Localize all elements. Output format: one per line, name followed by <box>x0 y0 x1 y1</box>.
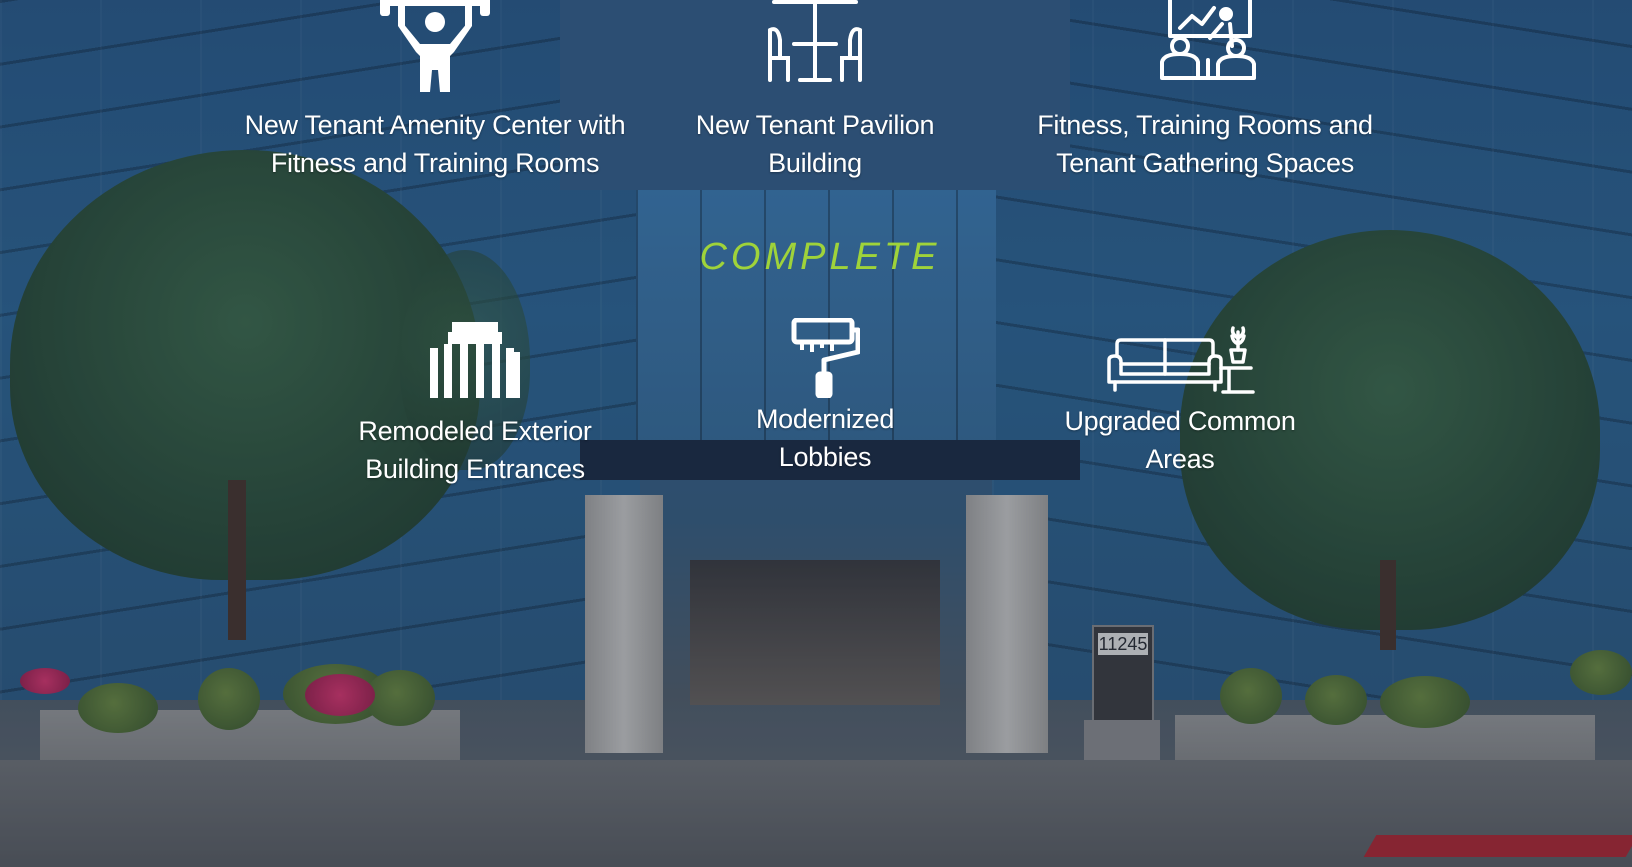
shrub <box>283 664 388 724</box>
feature-gathering-spaces-label: Fitness, Training Rooms and Tenant Gathe… <box>1037 110 1373 178</box>
red-curb <box>1363 835 1632 857</box>
shrub <box>198 668 260 730</box>
flowers <box>305 674 375 716</box>
flowers <box>20 668 70 694</box>
shrub <box>1305 675 1367 725</box>
entrance-doors <box>690 560 940 705</box>
sign-base <box>1084 720 1160 768</box>
feature-lobbies-label: Modernized Lobbies <box>755 404 895 472</box>
feature-exterior-entrances-label: Remodeled Exterior Building Entrances <box>358 416 592 484</box>
presentation-meeting-icon <box>1160 0 1256 80</box>
shrub <box>365 670 435 726</box>
pavement <box>0 760 1632 867</box>
building-facade-icon <box>430 322 520 398</box>
feature-exterior-entrances: Remodeled Exterior Building Entrances <box>330 322 620 488</box>
pillar-right <box>966 495 1048 753</box>
address-sign: 11245 <box>1092 625 1154 725</box>
weightlifter-icon <box>380 0 490 92</box>
planter-right <box>1175 715 1595 797</box>
address-number: 11245 <box>1098 633 1148 655</box>
planter-left <box>40 710 460 798</box>
feature-common-areas-label: Upgraded Common Areas <box>1064 406 1296 474</box>
tree-trunk-left <box>228 480 246 640</box>
feature-gathering-spaces: Fitness, Training Rooms and Tenant Gathe… <box>1030 0 1380 182</box>
tree-trunk-right <box>1380 560 1396 650</box>
patio-table-icon <box>768 0 862 82</box>
shrub <box>1220 668 1282 724</box>
pillar-left <box>585 495 663 753</box>
shrub <box>78 683 158 733</box>
shrub <box>1380 676 1470 728</box>
shrub <box>1570 650 1632 695</box>
status-heading: COMPLETE <box>699 236 941 278</box>
feature-lobbies: Modernized Lobbies <box>700 318 950 476</box>
sofa-lamp-icon <box>1107 326 1255 394</box>
feature-amenity-center: New Tenant Amenity Center with Fitness a… <box>230 0 640 182</box>
paint-roller-icon <box>791 318 860 398</box>
feature-pavilion-label: New Tenant Pavilion Building <box>695 110 935 178</box>
feature-common-areas: Upgraded Common Areas <box>1030 322 1330 478</box>
page: 11245 New Tenant Amenity Center with Fit… <box>0 0 1632 867</box>
feature-amenity-center-label: New Tenant Amenity Center with Fitness a… <box>244 110 626 178</box>
feature-pavilion: New Tenant Pavilion Building <box>680 0 950 182</box>
